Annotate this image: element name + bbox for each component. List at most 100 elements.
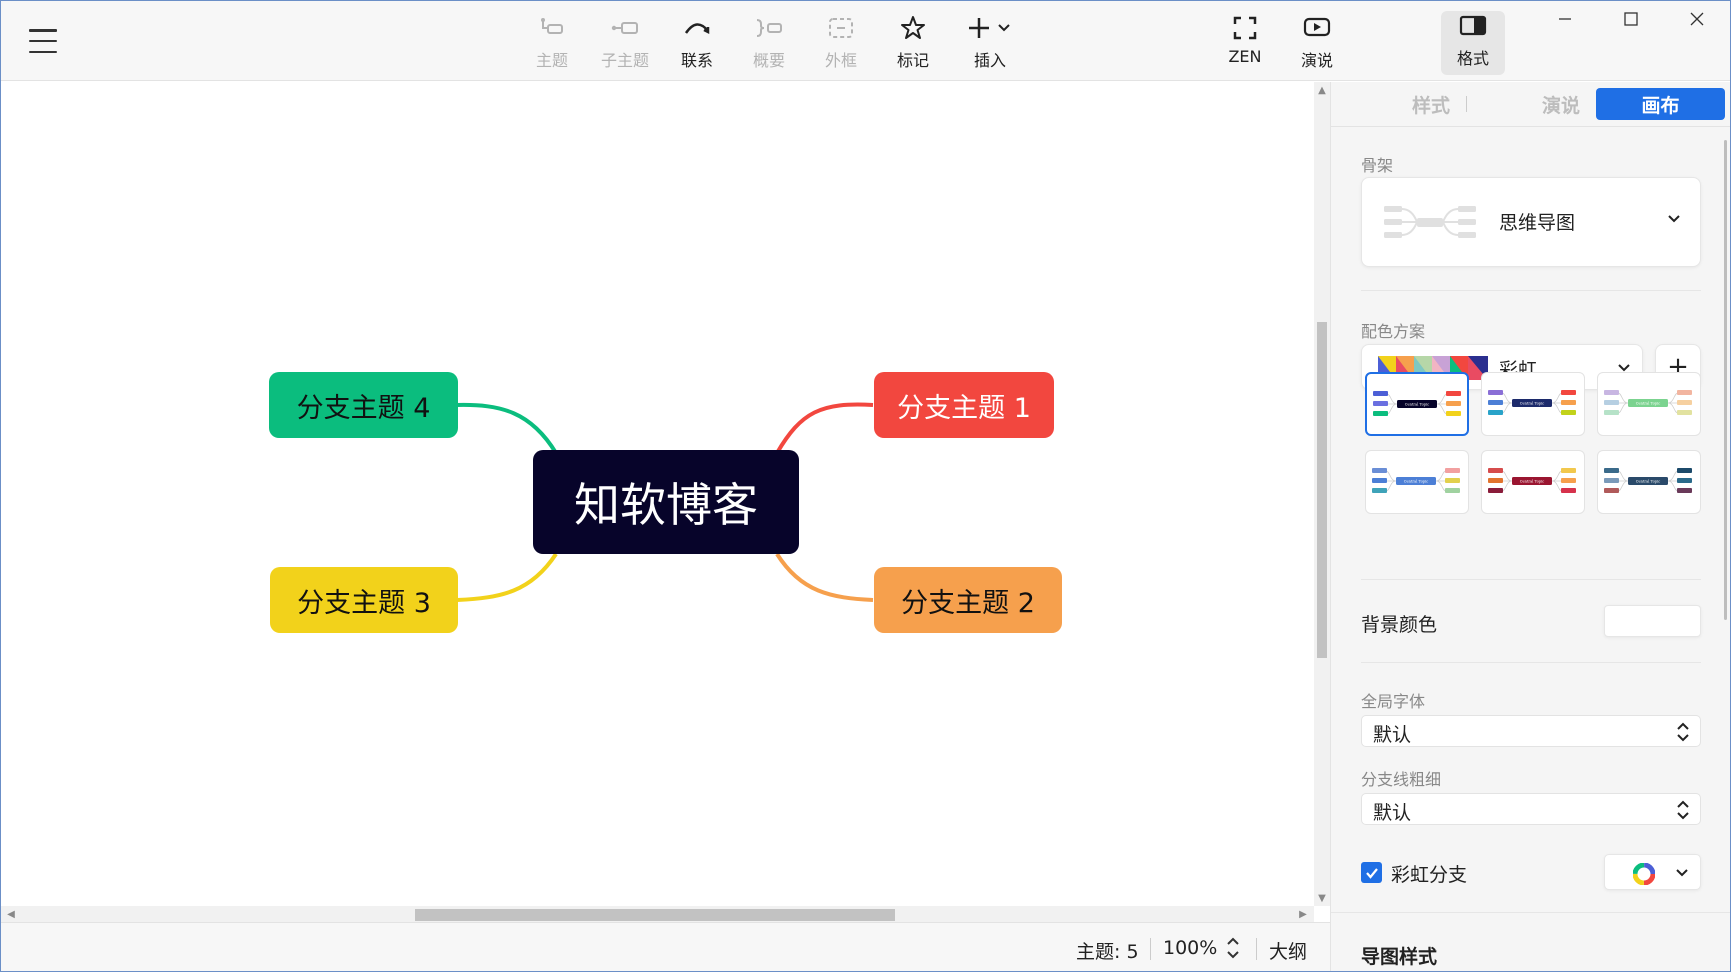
canvas-vertical-scrollbar[interactable]: ▲ ▼ bbox=[1314, 82, 1330, 906]
map-style-heading: 导图样式 bbox=[1361, 946, 1438, 968]
star-icon bbox=[898, 13, 928, 43]
scroll-left-arrow-icon[interactable]: ◀ bbox=[3, 906, 19, 922]
svg-text:Central Topic: Central Topic bbox=[1405, 403, 1430, 407]
status-bar: 主题: 5 100% 大纲 bbox=[1, 922, 1330, 971]
topic-label: 主题 bbox=[535, 51, 568, 70]
updown-chevron-icon bbox=[1677, 800, 1689, 820]
branch-topic-4-label: 分支主题 4 bbox=[296, 392, 431, 424]
play-screen-icon bbox=[1302, 13, 1332, 43]
branch-topic-2-label: 分支主题 2 bbox=[901, 587, 1035, 619]
color-wheel-icon bbox=[1633, 863, 1655, 885]
connector-branch-4 bbox=[456, 402, 558, 455]
divider bbox=[1361, 579, 1701, 580]
central-topic-label: 知软博客 bbox=[574, 478, 758, 532]
theme-thumbnail[interactable]: Central Topic bbox=[1365, 450, 1469, 514]
relationship-curve-icon bbox=[682, 13, 712, 43]
summary-button[interactable]: 概要 bbox=[737, 13, 801, 73]
chevron-down-icon bbox=[1668, 215, 1680, 223]
branch-topic-1-label: 分支主题 1 bbox=[897, 392, 1031, 424]
topic-button[interactable]: 主题 bbox=[520, 13, 584, 73]
zoom-level[interactable]: 100% bbox=[1163, 937, 1217, 959]
boundary-box-icon bbox=[826, 13, 856, 43]
theme-thumbnail[interactable]: Central Topic bbox=[1597, 450, 1701, 514]
pitch-button[interactable]: 演说 bbox=[1285, 13, 1349, 73]
tab-canvas[interactable]: 画布 bbox=[1596, 88, 1725, 120]
hamburger-menu-icon[interactable] bbox=[29, 29, 57, 53]
format-panel: 样式 演说 画布 骨架 思维导图 配色方案 彩虹 + Central Topic… bbox=[1330, 82, 1730, 971]
branch-topic-2[interactable]: 分支主题 2 bbox=[874, 567, 1062, 633]
zen-button[interactable]: ZEN bbox=[1213, 13, 1277, 73]
structure-dropdown[interactable]: 思维导图 bbox=[1361, 177, 1701, 267]
branch-width-label: 分支线粗细 bbox=[1361, 770, 1442, 789]
rainbow-color-picker[interactable] bbox=[1604, 854, 1701, 890]
zoom-stepper-icon[interactable] bbox=[1225, 935, 1241, 966]
structure-label: 骨架 bbox=[1361, 156, 1394, 175]
branch-topic-3[interactable]: 分支主题 3 bbox=[270, 567, 458, 633]
format-button[interactable]: 格式 bbox=[1441, 11, 1505, 75]
tab-style[interactable]: 样式 bbox=[1379, 88, 1483, 120]
vertical-scroll-thumb[interactable] bbox=[1317, 322, 1327, 658]
format-label: 格式 bbox=[1456, 49, 1489, 68]
scroll-up-arrow-icon[interactable]: ▲ bbox=[1314, 82, 1330, 98]
zen-label: ZEN bbox=[1228, 47, 1262, 66]
subtopic-button[interactable]: 子主题 bbox=[593, 13, 657, 73]
subtopic-icon bbox=[610, 13, 640, 43]
minimize-icon[interactable] bbox=[1537, 5, 1593, 33]
theme-thumbnail[interactable]: Central Topic bbox=[1597, 372, 1701, 436]
color-scheme-label: 配色方案 bbox=[1361, 322, 1426, 341]
horizontal-scroll-thumb[interactable] bbox=[415, 909, 895, 921]
mindmap-canvas[interactable]: 知软博客 分支主题 1 分支主题 2 分支主题 3 分支主题 4 bbox=[1, 82, 1314, 906]
insert-button[interactable]: 插入 bbox=[958, 13, 1022, 73]
relationship-button[interactable]: 联系 bbox=[665, 13, 729, 73]
summary-bracket-icon bbox=[754, 13, 784, 43]
mindmap-structure-icon bbox=[1384, 206, 1476, 238]
boundary-label: 外框 bbox=[824, 51, 857, 70]
scroll-right-arrow-icon[interactable]: ▶ bbox=[1295, 906, 1311, 922]
marker-label: 标记 bbox=[896, 51, 929, 70]
connector-branch-3 bbox=[456, 552, 558, 602]
scroll-down-arrow-icon[interactable]: ▼ bbox=[1314, 890, 1330, 906]
app-window: 主题 子主题 联系 概要 外框 标记 插入 ZEN 演说 格式 知软博客 分支主… bbox=[0, 0, 1731, 972]
theme-thumbnail[interactable]: Central Topic bbox=[1365, 372, 1469, 436]
theme-thumbnail[interactable]: Central Topic bbox=[1481, 372, 1585, 436]
structure-value: 思维导图 bbox=[1499, 212, 1576, 234]
topic-icon bbox=[537, 13, 567, 43]
svg-text:Central Topic: Central Topic bbox=[1520, 402, 1545, 406]
canvas-horizontal-scrollbar[interactable]: ◀ ▶ bbox=[1, 906, 1314, 922]
subtopic-label: 子主题 bbox=[600, 51, 649, 70]
marker-button[interactable]: 标记 bbox=[881, 13, 945, 73]
topic-count: 主题: 5 bbox=[1076, 941, 1139, 963]
divider bbox=[1331, 912, 1730, 913]
toolbar: 主题 子主题 联系 概要 外框 标记 插入 ZEN 演说 格式 bbox=[1, 1, 1730, 81]
outline-button[interactable]: 大纲 bbox=[1269, 937, 1307, 964]
chevron-down-icon bbox=[1676, 869, 1688, 877]
panel-toggle-icon bbox=[1458, 11, 1488, 41]
panel-tabs: 样式 演说 画布 bbox=[1331, 82, 1730, 126]
rainbow-branch-checkbox[interactable] bbox=[1361, 862, 1382, 883]
insert-label: 插入 bbox=[973, 51, 1006, 70]
panel-tab-divider bbox=[1331, 126, 1730, 127]
tab-divider bbox=[1466, 96, 1467, 112]
summary-label: 概要 bbox=[752, 51, 785, 70]
boundary-button[interactable]: 外框 bbox=[809, 13, 873, 73]
rainbow-branch-label: 彩虹分支 bbox=[1391, 864, 1468, 886]
branch-topic-4[interactable]: 分支主题 4 bbox=[269, 372, 458, 438]
divider bbox=[1150, 938, 1151, 960]
connector-branch-1 bbox=[775, 402, 874, 455]
relationship-label: 联系 bbox=[680, 51, 713, 70]
plus-dropdown-icon bbox=[965, 13, 1015, 43]
connector-branch-2 bbox=[775, 552, 874, 602]
background-color-swatch[interactable] bbox=[1604, 605, 1701, 637]
branch-topic-3-label: 分支主题 3 bbox=[297, 587, 431, 619]
close-icon[interactable] bbox=[1669, 5, 1725, 33]
central-topic[interactable]: 知软博客 bbox=[533, 450, 799, 554]
maximize-icon[interactable] bbox=[1603, 5, 1659, 33]
panel-scrollbar[interactable] bbox=[1724, 140, 1727, 620]
pitch-label: 演说 bbox=[1300, 51, 1333, 70]
theme-thumbnail[interactable]: Central Topic bbox=[1481, 450, 1585, 514]
branch-width-value: 默认 bbox=[1373, 802, 1412, 824]
global-font-select[interactable]: 默认 bbox=[1361, 715, 1701, 747]
branch-topic-1[interactable]: 分支主题 1 bbox=[874, 372, 1054, 438]
branch-width-select[interactable]: 默认 bbox=[1361, 793, 1701, 825]
background-color-label: 背景颜色 bbox=[1361, 614, 1438, 636]
